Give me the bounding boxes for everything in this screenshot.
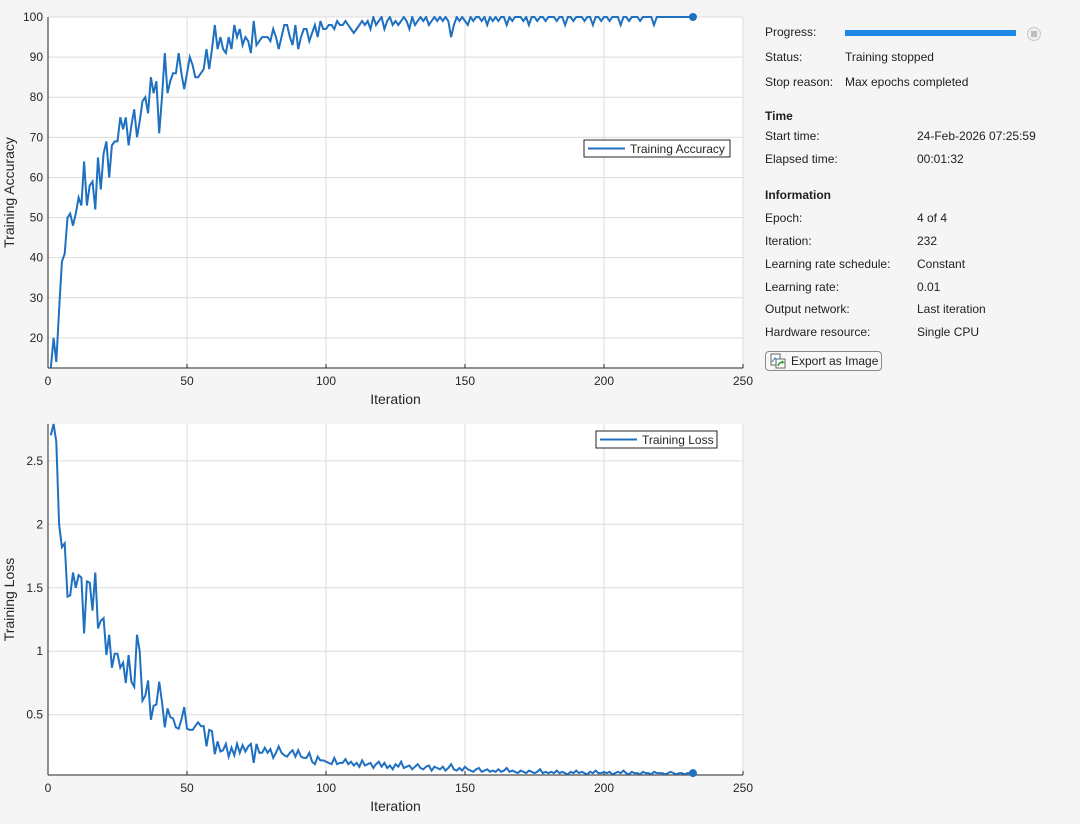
legend: Training Loss xyxy=(595,430,718,449)
hardware-resource-label: Hardware resource: xyxy=(765,325,871,339)
lr-schedule-value: Constant xyxy=(917,257,966,271)
status-label: Status: xyxy=(765,50,803,64)
x-tick-label: 250 xyxy=(733,781,753,795)
status-value: Training stopped xyxy=(845,50,934,64)
information-header: Information xyxy=(765,188,831,202)
x-tick-label: 0 xyxy=(45,374,52,388)
elapsed-time-label: Elapsed time: xyxy=(765,152,838,166)
y-tick-label: 30 xyxy=(30,291,44,305)
legend: Training Accuracy xyxy=(583,139,731,158)
x-tick-label: 200 xyxy=(594,374,614,388)
y-tick-label: 20 xyxy=(30,331,44,345)
lr-schedule-label: Learning rate schedule: xyxy=(765,257,891,271)
chart-accuracy: 0 50 100 150 200 250 20 30 40 50 60 70 80 90 100 Iterat… xyxy=(1,10,753,407)
export-as-image-button[interactable]: Export as Image xyxy=(765,351,882,371)
training-charts: 0 50 100 150 200 2502030405060708090100Iterat… xyxy=(1,10,753,814)
progress-bar xyxy=(845,30,1016,36)
x-axis-label: Iteration xyxy=(370,391,421,407)
epoch-value: 4 of 4 xyxy=(917,211,948,225)
legend-label: Training Loss xyxy=(642,433,714,447)
export-button-label: Export as Image xyxy=(791,354,879,368)
stop-reason-label: Stop reason: xyxy=(765,75,834,89)
y-tick-label: 80 xyxy=(30,90,44,104)
x-tick-label: 50 xyxy=(180,374,194,388)
final-point-marker xyxy=(688,13,697,21)
epoch-label: Epoch: xyxy=(765,211,803,225)
iteration-value: 232 xyxy=(917,234,938,248)
x-tick-label: 200 xyxy=(594,781,614,795)
y-tick-label: 0.5 xyxy=(26,708,43,722)
y-tick-label: 100 xyxy=(23,10,43,24)
hardware-resource-value: Single CPU xyxy=(917,325,980,339)
output-network-value: Last iteration xyxy=(917,302,986,316)
x-tick-label: 100 xyxy=(316,374,336,388)
learning-rate-label: Learning rate: xyxy=(765,280,840,294)
final-point-marker xyxy=(688,769,697,778)
elapsed-time-value: 00:01:32 xyxy=(917,152,964,166)
y-tick-label: 2.5 xyxy=(26,454,43,468)
y-axis-label: Training Loss xyxy=(1,558,17,642)
y-tick-label: 2 xyxy=(36,517,43,531)
export-image-icon xyxy=(770,353,786,369)
plot-area xyxy=(48,17,743,368)
x-tick-label: 250 xyxy=(733,374,753,388)
x-tick-label: 150 xyxy=(455,374,475,388)
y-tick-label: 40 xyxy=(30,251,44,265)
y-tick-label: 50 xyxy=(30,211,44,225)
y-axis-label: Training Accuracy xyxy=(1,137,17,248)
y-tick-label: 60 xyxy=(30,170,44,184)
iteration-label: Iteration: xyxy=(765,234,812,248)
start-time-value: 24-Feb-2026 07:25:59 xyxy=(917,129,1036,143)
learning-rate-value: 0.01 xyxy=(917,280,941,294)
y-tick-label: 1.5 xyxy=(26,581,43,595)
legend-label: Training Accuracy xyxy=(630,142,725,156)
time-header: Time xyxy=(765,109,793,123)
stop-training-button[interactable] xyxy=(1027,27,1041,41)
y-tick-label: 90 xyxy=(30,50,44,64)
x-tick-label: 100 xyxy=(316,781,336,795)
x-tick-label: 150 xyxy=(455,781,475,795)
x-axis-label: Iteration xyxy=(370,798,421,814)
stop-reason-value: Max epochs completed xyxy=(845,75,969,89)
output-network-label: Output network: xyxy=(765,302,850,316)
start-time-label: Start time: xyxy=(765,129,820,143)
y-tick-label: 1 xyxy=(36,644,43,658)
y-tick-label: 70 xyxy=(30,130,44,144)
plot-area xyxy=(48,424,743,775)
x-tick-label: 50 xyxy=(180,781,194,795)
x-tick-label: 0 xyxy=(45,781,52,795)
chart-loss: 0 50 100 150 200 250 0.5 1 1.5 2 2.5 Iteration Train… xyxy=(1,423,753,814)
progress-label: Progress: xyxy=(765,25,817,39)
